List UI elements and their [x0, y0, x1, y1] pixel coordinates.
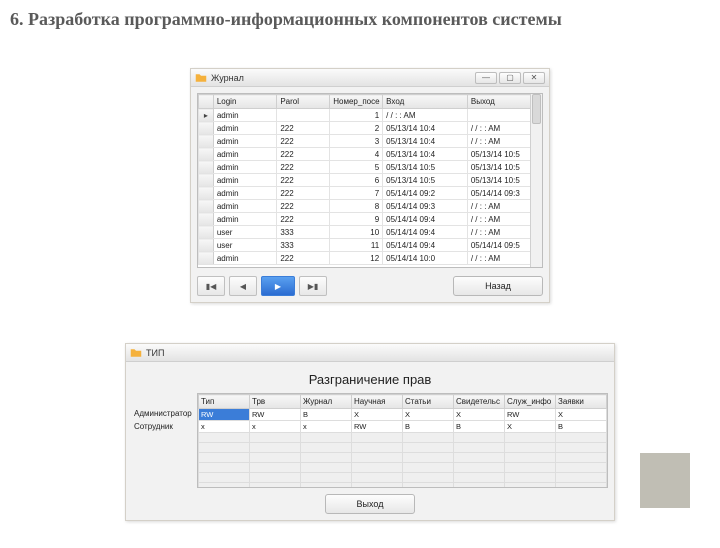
- table-row[interactable]: admin222705/14/14 09:205/14/14 09:3: [199, 187, 542, 200]
- table-row[interactable]: admin222605/13/14 10:505/13/14 10:5: [199, 174, 542, 187]
- empty-row: [199, 443, 607, 453]
- close-button[interactable]: ✕: [523, 72, 545, 84]
- rights-col-7[interactable]: Заявки: [556, 395, 607, 409]
- row-marker: [199, 161, 214, 174]
- rights-col-1[interactable]: Трв: [250, 395, 301, 409]
- rights-titlebar[interactable]: ТИП: [126, 344, 614, 362]
- rights-window-title: ТИП: [146, 348, 164, 358]
- table-row[interactable]: admin222405/13/14 10:405/13/14 10:5: [199, 148, 542, 161]
- row-marker: [199, 226, 214, 239]
- exit-button[interactable]: Выход: [325, 494, 415, 514]
- journal-table[interactable]: LoginParolНомер_посеВходВыход▸admin1/ / …: [197, 93, 543, 268]
- table-row[interactable]: user3331105/14/14 09:405/14/14 09:5: [199, 239, 542, 252]
- rights-table[interactable]: ТипТрвЖурналНаучнаяСтатьиСвидетельсСлуж_…: [197, 393, 608, 488]
- table-row[interactable]: admin2221205/14/14 10:0/ / : : AM: [199, 252, 542, 265]
- row-marker: [199, 135, 214, 148]
- nav-prev-button[interactable]: ◀: [229, 276, 257, 296]
- table-row[interactable]: xxxRWВВXВ: [199, 421, 607, 433]
- role-employee-label: Сотрудник: [132, 422, 197, 434]
- rights-col-4[interactable]: Статьи: [403, 395, 454, 409]
- rights-col-5[interactable]: Свидетельс: [454, 395, 505, 409]
- rights-window: ТИП Разграничение прав Администратор Сот…: [125, 343, 615, 521]
- row-marker: [199, 200, 214, 213]
- row-marker: ▸: [199, 109, 214, 122]
- role-admin-label: Администратор: [132, 409, 197, 421]
- journal-col-0[interactable]: Login: [213, 95, 277, 109]
- nav-next-button[interactable]: ▶: [261, 276, 295, 296]
- row-marker: [199, 213, 214, 226]
- journal-col-2[interactable]: Номер_посе: [330, 95, 383, 109]
- table-row[interactable]: admin222305/13/14 10:4/ / : : AM: [199, 135, 542, 148]
- journal-col-1[interactable]: Parol: [277, 95, 330, 109]
- table-row[interactable]: user3331005/14/14 09:4/ / : : AM: [199, 226, 542, 239]
- empty-row: [199, 463, 607, 473]
- maximize-button[interactable]: ▢: [499, 72, 521, 84]
- empty-row: [199, 483, 607, 489]
- app-icon: [195, 72, 207, 84]
- table-row[interactable]: admin222905/14/14 09:4/ / : : AM: [199, 213, 542, 226]
- journal-window: Журнал — ▢ ✕ LoginParolНомер_посеВходВых…: [190, 68, 550, 303]
- empty-row: [199, 433, 607, 443]
- rights-col-0[interactable]: Тип: [199, 395, 250, 409]
- table-row[interactable]: RWRWВXXXRWX: [199, 409, 607, 421]
- row-marker: [199, 252, 214, 265]
- back-button[interactable]: Назад: [453, 276, 543, 296]
- journal-col-3[interactable]: Вход: [383, 95, 468, 109]
- journal-titlebar[interactable]: Журнал — ▢ ✕: [191, 69, 549, 87]
- table-row[interactable]: admin222205/13/14 10:4/ / : : AM: [199, 122, 542, 135]
- minimize-button[interactable]: —: [475, 72, 497, 84]
- row-marker-header: [199, 95, 214, 109]
- table-row[interactable]: admin222805/14/14 09:3/ / : : AM: [199, 200, 542, 213]
- nav-first-button[interactable]: ▮◀: [197, 276, 225, 296]
- table-row[interactable]: ▸admin1/ / : : AM: [199, 109, 542, 122]
- row-marker: [199, 187, 214, 200]
- vertical-scrollbar[interactable]: [530, 94, 542, 267]
- page-heading: 6. Разработка программно-информационных …: [10, 8, 720, 31]
- role-labels: Администратор Сотрудник: [132, 393, 197, 488]
- rights-heading: Разграничение прав: [132, 372, 608, 387]
- table-row[interactable]: admin222505/13/14 10:505/13/14 10:5: [199, 161, 542, 174]
- row-marker: [199, 239, 214, 252]
- rights-col-2[interactable]: Журнал: [301, 395, 352, 409]
- row-marker: [199, 174, 214, 187]
- rights-col-6[interactable]: Служ_инфо: [505, 395, 556, 409]
- empty-row: [199, 453, 607, 463]
- slide-decor-strip: [640, 453, 690, 508]
- rights-col-3[interactable]: Научная: [352, 395, 403, 409]
- row-marker: [199, 148, 214, 161]
- row-marker: [199, 122, 214, 135]
- empty-row: [199, 473, 607, 483]
- journal-title: Журнал: [211, 73, 244, 83]
- nav-last-button[interactable]: ▶▮: [299, 276, 327, 296]
- app-icon: [130, 347, 142, 359]
- record-navigator: ▮◀ ◀ ▶ ▶▮ Назад: [197, 276, 543, 296]
